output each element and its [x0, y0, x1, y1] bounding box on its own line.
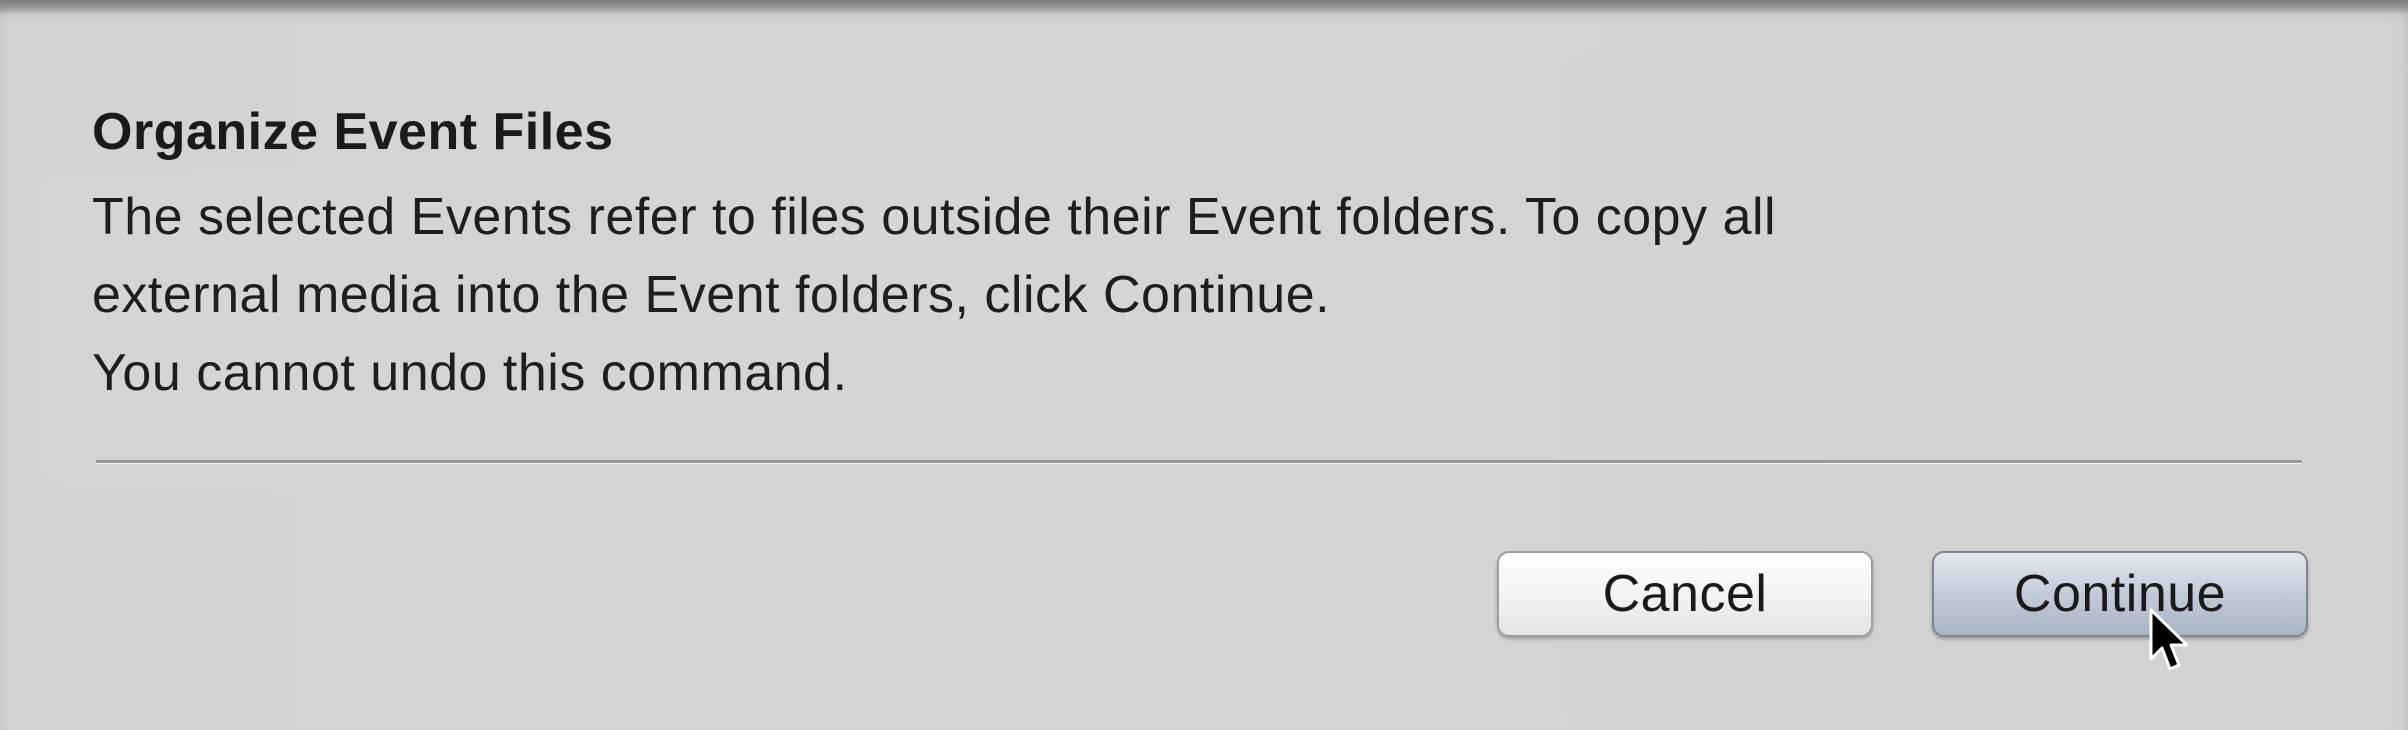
arrow-pointer-icon [2149, 608, 2189, 671]
divider [96, 460, 2302, 464]
continue-button[interactable]: Continue [1932, 551, 2308, 637]
dialog-message: The selected Events refer to files outsi… [92, 178, 2292, 412]
dialog-title: Organize Event Files [92, 103, 614, 161]
message-line: external media into the Event folders, c… [92, 266, 1331, 324]
sheet-top-shadow [0, 0, 2408, 14]
message-line: The selected Events refer to files outsi… [92, 188, 1777, 246]
cancel-button[interactable]: Cancel [1497, 551, 1873, 637]
message-line: You cannot undo this command. [92, 344, 848, 402]
app-backdrop: Organize Event Files The selected Events… [0, 0, 2408, 730]
organize-event-files-dialog: Organize Event Files The selected Events… [0, 0, 2408, 730]
